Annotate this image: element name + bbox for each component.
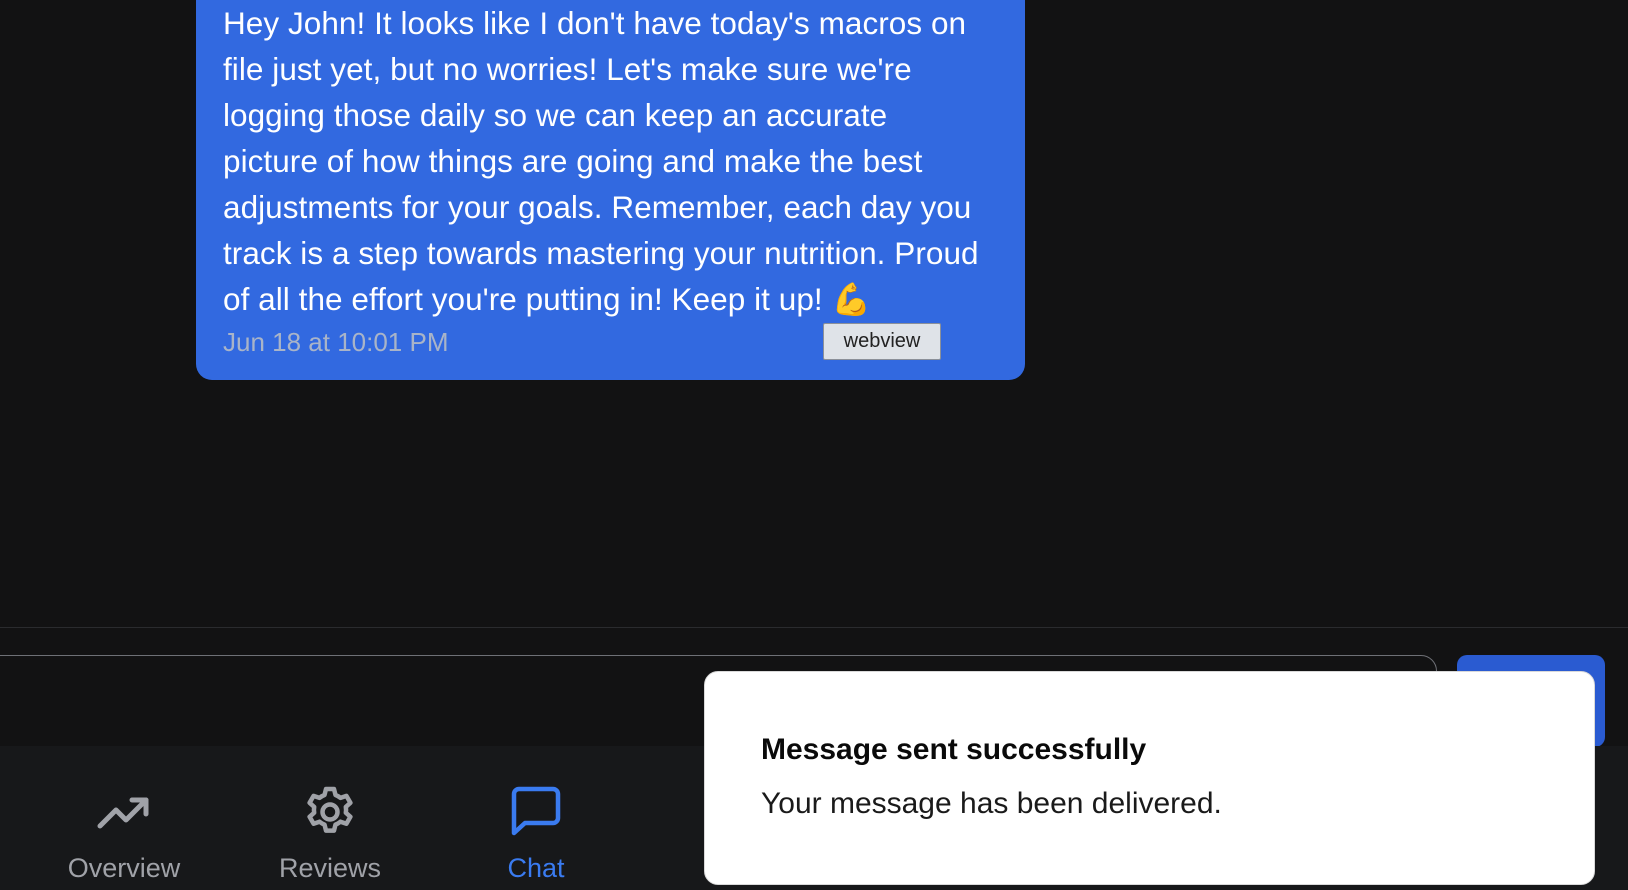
chat-bubble-icon bbox=[511, 786, 561, 836]
tab-reviews[interactable]: Reviews bbox=[230, 746, 430, 890]
toast-title: Message sent successfully bbox=[761, 733, 1147, 766]
trending-up-icon bbox=[97, 797, 149, 829]
message-text: Hey John! It looks like I don't have tod… bbox=[223, 5, 979, 317]
message-timestamp: Jun 18 at 10:01 PM bbox=[223, 327, 449, 357]
webview-tooltip: webview bbox=[823, 323, 941, 360]
tab-chat[interactable]: Chat bbox=[436, 746, 636, 890]
tab-reviews-label: Reviews bbox=[278, 853, 382, 883]
composer-divider bbox=[0, 627, 1628, 628]
gear-icon bbox=[307, 786, 353, 833]
tab-overview[interactable]: Overview bbox=[24, 746, 224, 890]
tab-chat-label: Chat bbox=[507, 853, 565, 883]
chat-screen: Hey John! It looks like I don't have tod… bbox=[0, 0, 1628, 890]
tab-overview-label: Overview bbox=[67, 853, 181, 883]
toast-message: Your message has been delivered. bbox=[761, 787, 1222, 820]
success-toast[interactable]: Message sent successfully Your message h… bbox=[704, 671, 1595, 885]
